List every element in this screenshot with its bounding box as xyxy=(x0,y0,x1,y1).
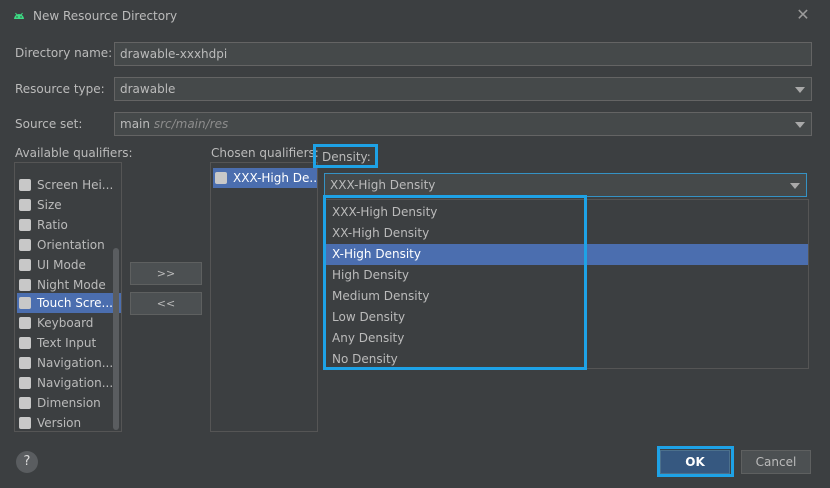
list-item[interactable]: Keyboard xyxy=(17,313,121,333)
ok-button-highlight xyxy=(657,446,734,477)
list-item[interactable]: Orientation xyxy=(17,235,121,255)
text-input-icon xyxy=(19,337,31,349)
list-item[interactable]: Version xyxy=(17,413,121,431)
dropdown-highlight xyxy=(323,195,587,370)
available-qualifiers-list[interactable]: Screen Hei... Size Ratio Orientation UI … xyxy=(14,162,122,432)
chevron-down-icon xyxy=(795,87,805,93)
scrollbar[interactable] xyxy=(113,248,119,430)
help-button[interactable]: ? xyxy=(16,451,38,473)
size-icon xyxy=(19,199,31,211)
chevron-down-icon xyxy=(790,183,800,189)
navigation-icon xyxy=(19,357,31,369)
source-set-label: Source set: xyxy=(15,117,83,131)
night-mode-icon xyxy=(19,279,31,291)
android-icon xyxy=(14,12,24,19)
directory-name-field[interactable]: drawable-xxxhdpi xyxy=(114,42,812,66)
version-icon xyxy=(19,417,31,429)
close-icon[interactable]: ✕ xyxy=(794,6,812,24)
density-label: Density: xyxy=(322,150,371,164)
window-title: New Resource Directory xyxy=(33,9,178,23)
dimension-icon xyxy=(19,397,31,409)
list-item[interactable]: Text Input xyxy=(17,333,121,353)
orientation-icon xyxy=(19,239,31,251)
title-bar: New Resource Directory ✕ xyxy=(0,0,830,34)
list-item[interactable]: Night Mode xyxy=(17,275,121,295)
screen-height-icon xyxy=(19,179,31,191)
density-combo-value: XXX-High Density xyxy=(330,178,436,192)
resource-type-label: Resource type: xyxy=(15,82,105,96)
remove-qualifier-button[interactable]: << xyxy=(130,292,202,315)
resource-type-value: drawable xyxy=(120,82,176,96)
density-combo[interactable]: XXX-High Density xyxy=(324,173,807,197)
ratio-icon xyxy=(19,219,31,231)
list-item[interactable]: Ratio xyxy=(17,215,121,235)
keyboard-icon xyxy=(19,317,31,329)
list-item[interactable]: UI Mode xyxy=(17,255,121,275)
chosen-qualifiers-label: Chosen qualifiers: xyxy=(211,146,319,160)
list-item[interactable]: XXX-High De... xyxy=(213,168,317,188)
cancel-button[interactable]: Cancel xyxy=(741,450,811,474)
list-item[interactable]: Screen Hei... xyxy=(17,175,121,195)
available-qualifiers-label: Available qualifiers: xyxy=(15,146,133,160)
touch-screen-icon xyxy=(19,297,31,309)
chevron-down-icon xyxy=(795,122,805,128)
source-set-path: src/main/res xyxy=(153,117,229,131)
navigation-icon xyxy=(19,377,31,389)
list-item[interactable]: Navigation... xyxy=(17,353,121,373)
list-item[interactable]: Size xyxy=(17,195,121,215)
list-item[interactable]: Touch Scre... xyxy=(17,293,121,313)
directory-name-label: Directory name: xyxy=(15,46,113,60)
chosen-qualifiers-list[interactable]: XXX-High De... xyxy=(210,162,318,432)
add-qualifier-button[interactable]: >> xyxy=(130,262,202,285)
list-item[interactable]: Dimension xyxy=(17,393,121,413)
source-set-combo[interactable]: main src/main/res xyxy=(114,112,812,136)
list-item[interactable]: Navigation... xyxy=(17,373,121,393)
density-icon xyxy=(215,172,227,184)
source-set-value: main xyxy=(120,117,150,131)
ui-mode-icon xyxy=(19,259,31,271)
resource-type-combo[interactable]: drawable xyxy=(114,77,812,101)
